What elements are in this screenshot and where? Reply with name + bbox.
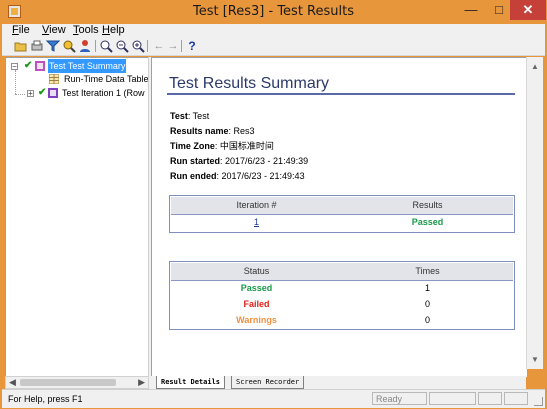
info-label: Test: [170, 111, 188, 121]
table-icon: [48, 73, 60, 85]
status-panel: [504, 392, 528, 405]
menu-bar: File View Tools Help: [2, 24, 545, 38]
status-passed: Passed: [240, 283, 273, 293]
menu-tools-label: ools: [78, 24, 99, 36]
menu-file-label: ile: [18, 24, 30, 36]
forward-arrow-icon[interactable]: →: [166, 39, 180, 53]
tab-result-details[interactable]: Result Details: [156, 376, 226, 389]
menu-view-label: iew: [49, 24, 66, 36]
menu-help-hotkey: H: [102, 24, 110, 36]
status-bar: For Help, press F1 Ready: [2, 389, 545, 408]
menu-view[interactable]: View: [42, 24, 66, 36]
collapse-icon[interactable]: −: [11, 63, 18, 71]
times-failed: 0: [424, 299, 430, 309]
info-value: : Test: [187, 111, 210, 121]
menu-file-hotkey: F: [12, 24, 19, 36]
minimize-button[interactable]: —: [457, 0, 485, 20]
info-value: : 2017/6/23 - 21:49:39: [220, 156, 309, 166]
info-value: : 中国标准时间: [214, 141, 274, 151]
times-passed: 1: [424, 283, 430, 293]
iteration-result: Passed: [411, 217, 444, 227]
info-value: : Res3: [228, 126, 255, 136]
iterations-table: Iteration # Results 1 Passed: [169, 195, 515, 233]
tree-horizontal-scrollbar[interactable]: ◀ ▶: [5, 376, 149, 389]
scroll-left-icon[interactable]: ◀: [9, 377, 16, 388]
passed-check-icon: ✔: [38, 87, 47, 98]
scroll-right-icon[interactable]: ▶: [138, 377, 145, 388]
zoom-in-icon[interactable]: [99, 39, 113, 53]
column-header-times: Times: [342, 263, 513, 281]
iteration-link[interactable]: 1: [171, 215, 342, 230]
toolbar-separator: [95, 40, 96, 52]
info-value: : 2017/6/23 - 21:49:43: [216, 171, 305, 181]
toolbar: ← → ?: [2, 38, 545, 56]
content-vertical-scrollbar[interactable]: ▲ ▼: [526, 57, 543, 369]
column-header-status: Status: [171, 263, 342, 281]
toolbar-separator: [147, 40, 148, 52]
info-time-zone: Time Zone: 中国标准时间: [170, 141, 274, 152]
menu-file[interactable]: File: [12, 24, 30, 36]
zoom-out-icon[interactable]: [115, 39, 129, 53]
status-failed: Failed: [243, 299, 270, 309]
info-label: Run started: [170, 156, 221, 166]
times-warnings: 0: [424, 315, 430, 325]
status-table: Status Times Passed 1 Failed 0 Warnings …: [169, 261, 515, 330]
toolbar-separator: [181, 40, 182, 52]
info-run-started: Run started: 2017/6/23 - 21:49:39: [170, 156, 308, 167]
print-icon[interactable]: [30, 39, 44, 53]
scroll-down-icon[interactable]: ▼: [531, 355, 539, 364]
title-bar[interactable]: Test [Res3] - Test Results — □ ✕: [0, 0, 547, 24]
info-results-name: Results name: Res3: [170, 126, 255, 137]
tree-item-label: Run-Time Data Table: [64, 74, 149, 84]
page-title: Test Results Summary: [169, 75, 330, 92]
tree-item-runtime-data-table[interactable]: Run-Time Data Table: [10, 72, 149, 86]
status-panel: [429, 392, 476, 405]
tab-screen-recorder[interactable]: Screen Recorder: [231, 376, 305, 389]
tree-connector: [15, 94, 25, 95]
scroll-thumb[interactable]: [20, 379, 116, 386]
filter-icon[interactable]: [45, 39, 61, 53]
column-header-iteration: Iteration #: [171, 197, 342, 215]
info-run-ended: Run ended: 2017/6/23 - 21:49:43: [170, 171, 305, 182]
tree-item-test-summary[interactable]: − ✔ Test Test Summary: [10, 59, 147, 73]
app-window: Test [Res3] - Test Results — □ ✕ File Vi…: [0, 0, 547, 409]
info-test: Test: Test: [170, 111, 209, 122]
title-divider: [167, 93, 515, 95]
resize-grip[interactable]: [534, 397, 543, 406]
status-help-text: For Help, press F1: [8, 394, 83, 404]
scroll-up-icon[interactable]: ▲: [531, 62, 539, 71]
info-label: Results name: [170, 126, 229, 136]
info-label: Run ended: [170, 171, 217, 181]
maximize-button[interactable]: □: [485, 0, 513, 20]
iteration-node-icon: [48, 88, 58, 98]
summary-node-icon: [35, 61, 45, 71]
column-header-results: Results: [342, 197, 513, 215]
help-icon[interactable]: ?: [185, 39, 199, 53]
menu-help[interactable]: Help: [102, 24, 125, 36]
back-arrow-icon[interactable]: ←: [152, 39, 166, 53]
tree-item-label: Test Test Summary: [48, 59, 127, 73]
zoom-icon[interactable]: [131, 39, 145, 53]
results-tree: − ✔ Test Test Summary Run-Time Data Tabl…: [5, 57, 149, 378]
tree-item-test-iteration[interactable]: + ✔ Test Iteration 1 (Row: [10, 86, 147, 100]
tree-item-label: Test Iteration 1 (Row: [62, 88, 145, 98]
tree-connector: [15, 70, 17, 94]
find-icon[interactable]: [62, 39, 76, 53]
close-button[interactable]: ✕: [510, 0, 546, 20]
expand-icon[interactable]: +: [27, 90, 34, 98]
status-warnings: Warnings: [236, 315, 277, 325]
info-label: Time Zone: [170, 141, 215, 151]
open-icon[interactable]: [14, 39, 28, 53]
menu-help-label: elp: [109, 24, 125, 36]
person-icon[interactable]: [78, 39, 92, 53]
status-ready: Ready: [372, 392, 427, 405]
passed-check-icon: ✔: [24, 60, 33, 71]
menu-tools[interactable]: Tools: [73, 24, 99, 36]
status-panel: [478, 392, 502, 405]
result-tabs: Result Details Screen Recorder: [151, 376, 526, 389]
results-summary-pane: Test Results Summary Test: Test Results …: [151, 57, 527, 377]
